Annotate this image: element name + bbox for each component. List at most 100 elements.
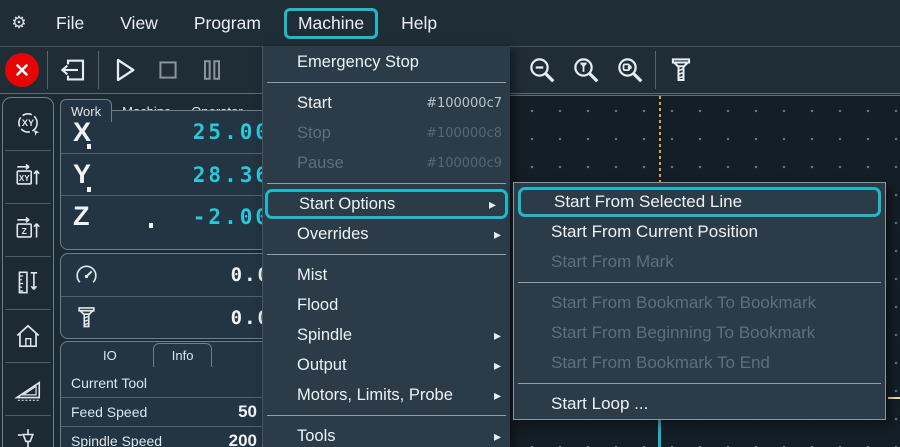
park-z-icon: Z <box>13 215 43 245</box>
menu-separator <box>263 178 510 189</box>
menu-item-mist[interactable]: Mist <box>263 260 510 290</box>
measure-offset-button[interactable] <box>3 257 53 309</box>
tool-button[interactable] <box>659 48 703 92</box>
menu-item-pause[interactable]: Pause#100000c9 <box>263 148 510 178</box>
submenu-item-start-from-mark[interactable]: Start From Mark <box>514 247 885 277</box>
svg-text:XY: XY <box>19 174 30 183</box>
goto-xy-icon: XY <box>13 109 43 139</box>
pause-icon <box>198 56 226 84</box>
svg-text:XY: XY <box>22 118 34 128</box>
menu-item-overrides[interactable]: Overrides <box>263 219 510 249</box>
submenu-item-start-from-beginning-to-bookmark[interactable]: Start From Beginning To Bookmark <box>514 318 885 348</box>
emergency-stop-icon <box>5 53 39 87</box>
app-window: ⚙︎ File View Program Machine Help <box>0 0 900 447</box>
shortcut-label: #100000c7 <box>426 96 502 111</box>
menu-separator <box>263 410 510 421</box>
machine-menu: Emergency Stop Start#100000c7 Stop#10000… <box>262 46 510 447</box>
feed-speed-label: Feed Speed <box>71 404 147 420</box>
axis-z-value: -2.00 <box>133 205 271 229</box>
feed-speed-value: 0.0 <box>100 264 271 286</box>
measure-offset-icon <box>13 268 43 298</box>
toolbar-separator <box>98 51 99 89</box>
left-sidebar: XY XY Z <box>2 97 54 447</box>
park-xy-button[interactable]: XY <box>3 151 53 203</box>
menubar-item-file[interactable]: File <box>43 9 97 38</box>
submenu-item-start-from-bookmark-to-end[interactable]: Start From Bookmark To End <box>514 348 885 378</box>
emergency-stop-button[interactable] <box>0 48 44 92</box>
axis-z-dot <box>149 223 153 228</box>
start-options-submenu: Start From Selected Line Start From Curr… <box>513 182 886 420</box>
menu-item-start-options[interactable]: Start Options <box>265 189 508 219</box>
shortcut-label: #100000c8 <box>426 126 502 141</box>
zoom-tool-icon <box>571 55 601 85</box>
menubar-item-program[interactable]: Program <box>181 9 274 38</box>
menu-item-flood[interactable]: Flood <box>263 290 510 320</box>
park-z-button[interactable]: Z <box>3 204 53 256</box>
spindle-tool-icon <box>73 304 100 331</box>
axis-x-dot <box>87 144 91 149</box>
menu-separator <box>514 277 885 288</box>
submenu-item-start-from-selected-line[interactable]: Start From Selected Line <box>518 187 881 217</box>
submenu-item-start-loop[interactable]: Start Loop ... <box>514 389 885 419</box>
submenu-item-start-from-current-position[interactable]: Start From Current Position <box>514 217 885 247</box>
park-xy-icon: XY <box>13 162 43 192</box>
submenu-item-start-from-bookmark-to-bookmark[interactable]: Start From Bookmark To Bookmark <box>514 288 885 318</box>
stop-button[interactable] <box>146 48 190 92</box>
svg-text:Z: Z <box>22 226 27 236</box>
gear-logo-icon: ⚙︎ <box>0 13 38 33</box>
menu-item-tools[interactable]: Tools <box>263 421 510 447</box>
probe-button[interactable] <box>3 416 53 447</box>
tool-icon <box>666 55 696 85</box>
zoom-out-button[interactable] <box>520 48 564 92</box>
axis-z-label: Z <box>73 201 133 232</box>
toolbar-right-group <box>520 47 703 93</box>
menubar-item-view[interactable]: View <box>107 9 171 38</box>
menubar-item-help[interactable]: Help <box>388 9 450 38</box>
zoom-to-fit-button[interactable] <box>608 48 652 92</box>
tab-io[interactable]: IO <box>85 344 135 367</box>
measure-angle-button[interactable] <box>3 363 53 415</box>
open-program-button[interactable] <box>51 48 95 92</box>
zoom-to-tool-button[interactable] <box>564 48 608 92</box>
menu-separator <box>514 378 885 389</box>
spindle-speed-info-value: 200 <box>162 431 257 447</box>
axis-x-value: 25.00 <box>133 120 271 144</box>
goto-xy-button[interactable]: XY <box>3 98 53 150</box>
grid-axis-line-orange <box>659 96 661 182</box>
axis-y-value: 28.36 <box>133 163 271 187</box>
tab-info[interactable]: Info <box>153 343 213 367</box>
zoom-out-icon <box>527 55 557 85</box>
menu-item-stop[interactable]: Stop#100000c8 <box>263 118 510 148</box>
menubar-item-machine[interactable]: Machine <box>284 8 378 39</box>
home-button[interactable] <box>3 310 53 362</box>
tab-work[interactable]: Work <box>60 99 112 122</box>
stop-icon <box>154 56 182 84</box>
spindle-speed-value: 0.0 <box>100 307 271 329</box>
menu-bar: ⚙︎ File View Program Machine Help <box>0 0 900 46</box>
shortcut-label: #100000c9 <box>426 156 502 171</box>
feed-gauge-icon <box>73 262 100 289</box>
play-button[interactable] <box>102 48 146 92</box>
open-program-icon <box>58 55 88 85</box>
menu-separator <box>263 249 510 260</box>
toolbar-separator <box>47 51 48 89</box>
zoom-fit-icon <box>615 55 645 85</box>
menu-item-start[interactable]: Start#100000c7 <box>263 88 510 118</box>
menu-item-spindle[interactable]: Spindle <box>263 320 510 350</box>
toolbar-separator <box>655 51 656 89</box>
menu-item-output[interactable]: Output <box>263 350 510 380</box>
menu-item-emergency-stop[interactable]: Emergency Stop <box>263 47 510 77</box>
axis-y-dot <box>87 187 91 192</box>
toolpath-segment-yellow <box>888 397 900 399</box>
spindle-speed-label: Spindle Speed <box>71 433 162 447</box>
probe-icon <box>13 427 43 447</box>
menu-item-motors-limits-probe[interactable]: Motors, Limits, Probe <box>263 380 510 410</box>
play-icon <box>108 54 140 86</box>
home-icon <box>13 321 43 351</box>
measure-angle-icon <box>13 374 43 404</box>
position-line-teal <box>658 419 661 447</box>
current-tool-label: Current Tool <box>71 375 147 391</box>
menu-separator <box>263 77 510 88</box>
pause-button[interactable] <box>190 48 234 92</box>
axis-y-label: Y <box>73 159 133 190</box>
